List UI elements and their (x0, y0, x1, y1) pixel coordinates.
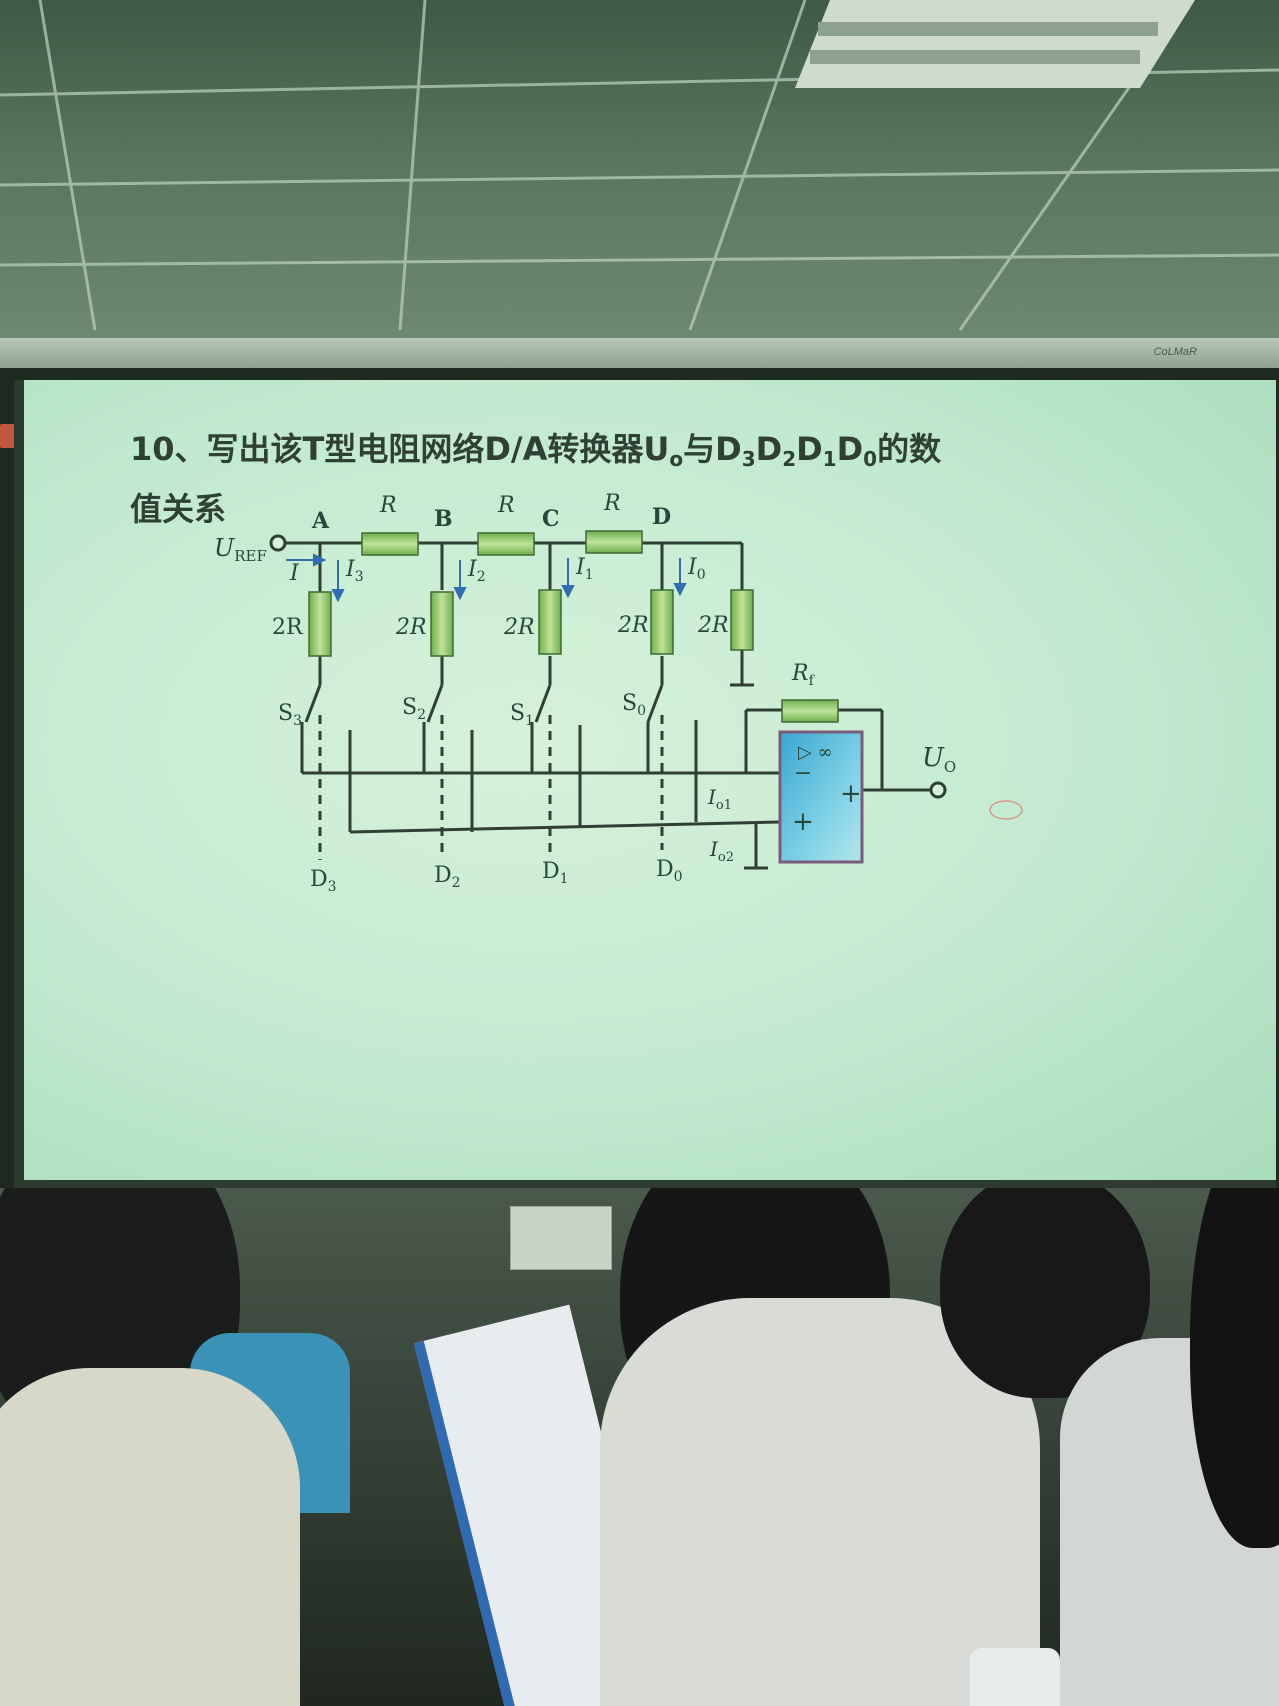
switches (304, 684, 664, 723)
shunt-2r-label: 2R (272, 615, 304, 640)
control-dashed-lines (318, 715, 664, 860)
ceiling (0, 0, 1279, 360)
opamp-plus-out: + (840, 779, 862, 809)
input-terminal (269, 534, 287, 552)
opamp-minus: − (794, 761, 812, 786)
laser-pointer-mark (989, 800, 1023, 820)
feedback-resistor-label: Rf (791, 661, 816, 689)
opamp-gain-symbol: ▷ ∞ (798, 742, 833, 763)
opamp-plus-in: + (792, 807, 814, 837)
digital-input-D3: D3 (310, 867, 337, 895)
audience-area (0, 1188, 1279, 1706)
series-r-label: R (379, 493, 397, 518)
op-amp: ▷ ∞ − + + (778, 730, 864, 864)
current-I-label: I (289, 561, 300, 586)
shunt-2r-label: 2R (617, 613, 649, 638)
node-C: C (542, 506, 560, 532)
current-I0: I0 (687, 555, 706, 583)
output-label: UO (922, 743, 956, 776)
current-I2: I2 (467, 557, 486, 585)
bottle-cap (970, 1648, 1060, 1706)
series-r-label: R (603, 491, 621, 516)
input-label: UREF (214, 534, 267, 565)
student-shoulder-left (0, 1368, 300, 1706)
out-current-2: Io2 (709, 837, 734, 865)
shunt-2r-label: 2R (395, 615, 427, 640)
switch-S0: S0 (622, 691, 646, 719)
series-r-label: R (497, 493, 515, 518)
shunt-2r-label: 2R (503, 615, 535, 640)
wall-notice-paper (510, 1206, 612, 1270)
projector-brand: CoLMaR (1153, 346, 1197, 358)
node-D: D (652, 504, 671, 530)
digital-input-D2: D2 (434, 863, 461, 891)
projection-screen: 10、写出该T型电阻网络D/A转换器Uo与D3D2D1D0的数 值关系 ▷ ∞ … (14, 380, 1276, 1188)
digital-input-D0: D0 (656, 857, 683, 885)
ceiling-light (795, 0, 1195, 88)
digital-input-D1: D1 (542, 859, 569, 887)
switch-S3: S3 (278, 701, 302, 729)
switch-S2: S2 (402, 695, 426, 723)
out-current-1: Io1 (707, 785, 732, 813)
current-I3: I3 (345, 557, 364, 585)
switch-S1: S1 (510, 701, 534, 729)
node-A: A (311, 508, 330, 534)
output-terminal (929, 781, 947, 799)
screen-housing: CoLMaR (0, 338, 1279, 368)
current-I1: I1 (575, 555, 594, 583)
shunt-2r-label: 2R (697, 613, 729, 638)
t-network-dac-circuit: ▷ ∞ − + + UREF I A B C D R R R I3 I2 I1 … (214, 491, 1023, 895)
node-B: B (434, 506, 453, 532)
ceiling-tile-grid (0, 0, 1279, 331)
